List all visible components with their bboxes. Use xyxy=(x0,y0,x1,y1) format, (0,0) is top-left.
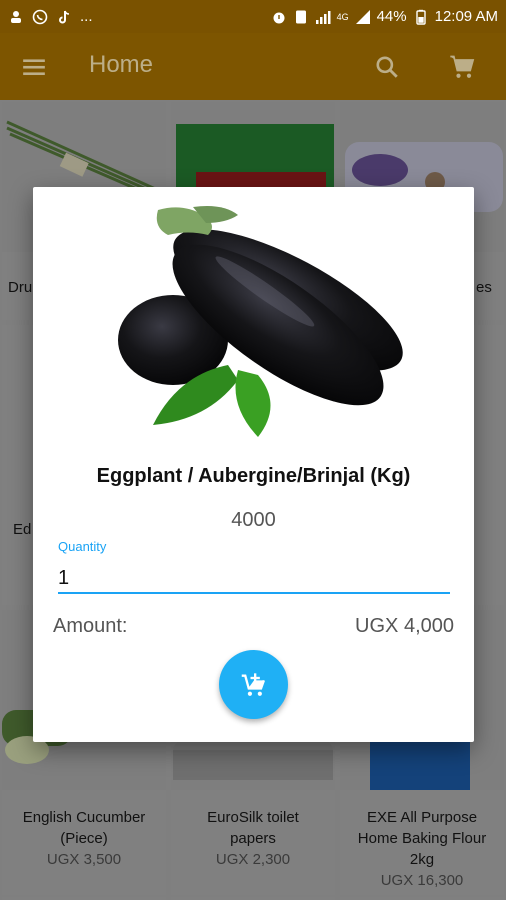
amount-value: UGX 4,000 xyxy=(355,615,454,637)
product-name: English Cucumber (Piece) xyxy=(22,809,146,847)
whatsapp-icon xyxy=(32,9,48,25)
menu-icon xyxy=(23,59,45,76)
product-name: es xyxy=(476,279,492,296)
status-overflow: ... xyxy=(80,8,93,25)
sim-icon xyxy=(293,9,309,25)
add-to-cart-dialog: Eggplant / Aubergine/Brinjal (Kg) 4000 Q… xyxy=(33,187,474,742)
notification-app-icon xyxy=(8,9,24,25)
add-to-cart-button[interactable] xyxy=(219,650,288,719)
product-name: EuroSilk toilet papers xyxy=(207,809,299,847)
page-title: Home xyxy=(89,51,154,78)
search-icon xyxy=(376,56,398,78)
product-name: Eggplant / Aubergine/Brinjal (Kg) xyxy=(96,465,411,487)
status-time: 12:09 AM xyxy=(434,8,498,25)
search-button[interactable] xyxy=(372,52,402,82)
product-image xyxy=(98,205,410,437)
product-price: UGX 16,300 xyxy=(380,872,464,889)
app-bar: Home xyxy=(0,33,506,100)
signal-strength-icon xyxy=(355,9,371,25)
network-type: 4G xyxy=(336,11,349,22)
product-price: UGX 2,300 xyxy=(215,851,291,868)
add-to-cart-icon xyxy=(241,672,265,696)
tiktok-icon xyxy=(56,9,72,25)
status-left-icons: ... xyxy=(8,8,93,25)
alarm-icon xyxy=(271,9,287,25)
amount-label: Amount: xyxy=(53,615,128,637)
product-name: Ed xyxy=(13,521,32,538)
product-name: Dru xyxy=(8,279,33,296)
status-right-icons: 4G 44% 12:09 AM xyxy=(271,8,498,25)
quantity-label: Quantity xyxy=(58,539,107,554)
signal-icon xyxy=(315,9,331,25)
battery-icon xyxy=(413,9,429,25)
battery-percent: 44% xyxy=(376,8,407,25)
status-bar: ... 4G 44% 12:09 AM xyxy=(0,0,506,33)
product-name: EXE All Purpose Home Baking Flour 2kg xyxy=(357,809,487,868)
menu-button[interactable] xyxy=(20,53,48,81)
cart-button[interactable] xyxy=(446,51,478,83)
unit-price: 4000 xyxy=(231,509,276,531)
cart-icon xyxy=(450,55,475,78)
quantity-input[interactable] xyxy=(58,562,450,594)
product-price: UGX 3,500 xyxy=(46,851,122,868)
